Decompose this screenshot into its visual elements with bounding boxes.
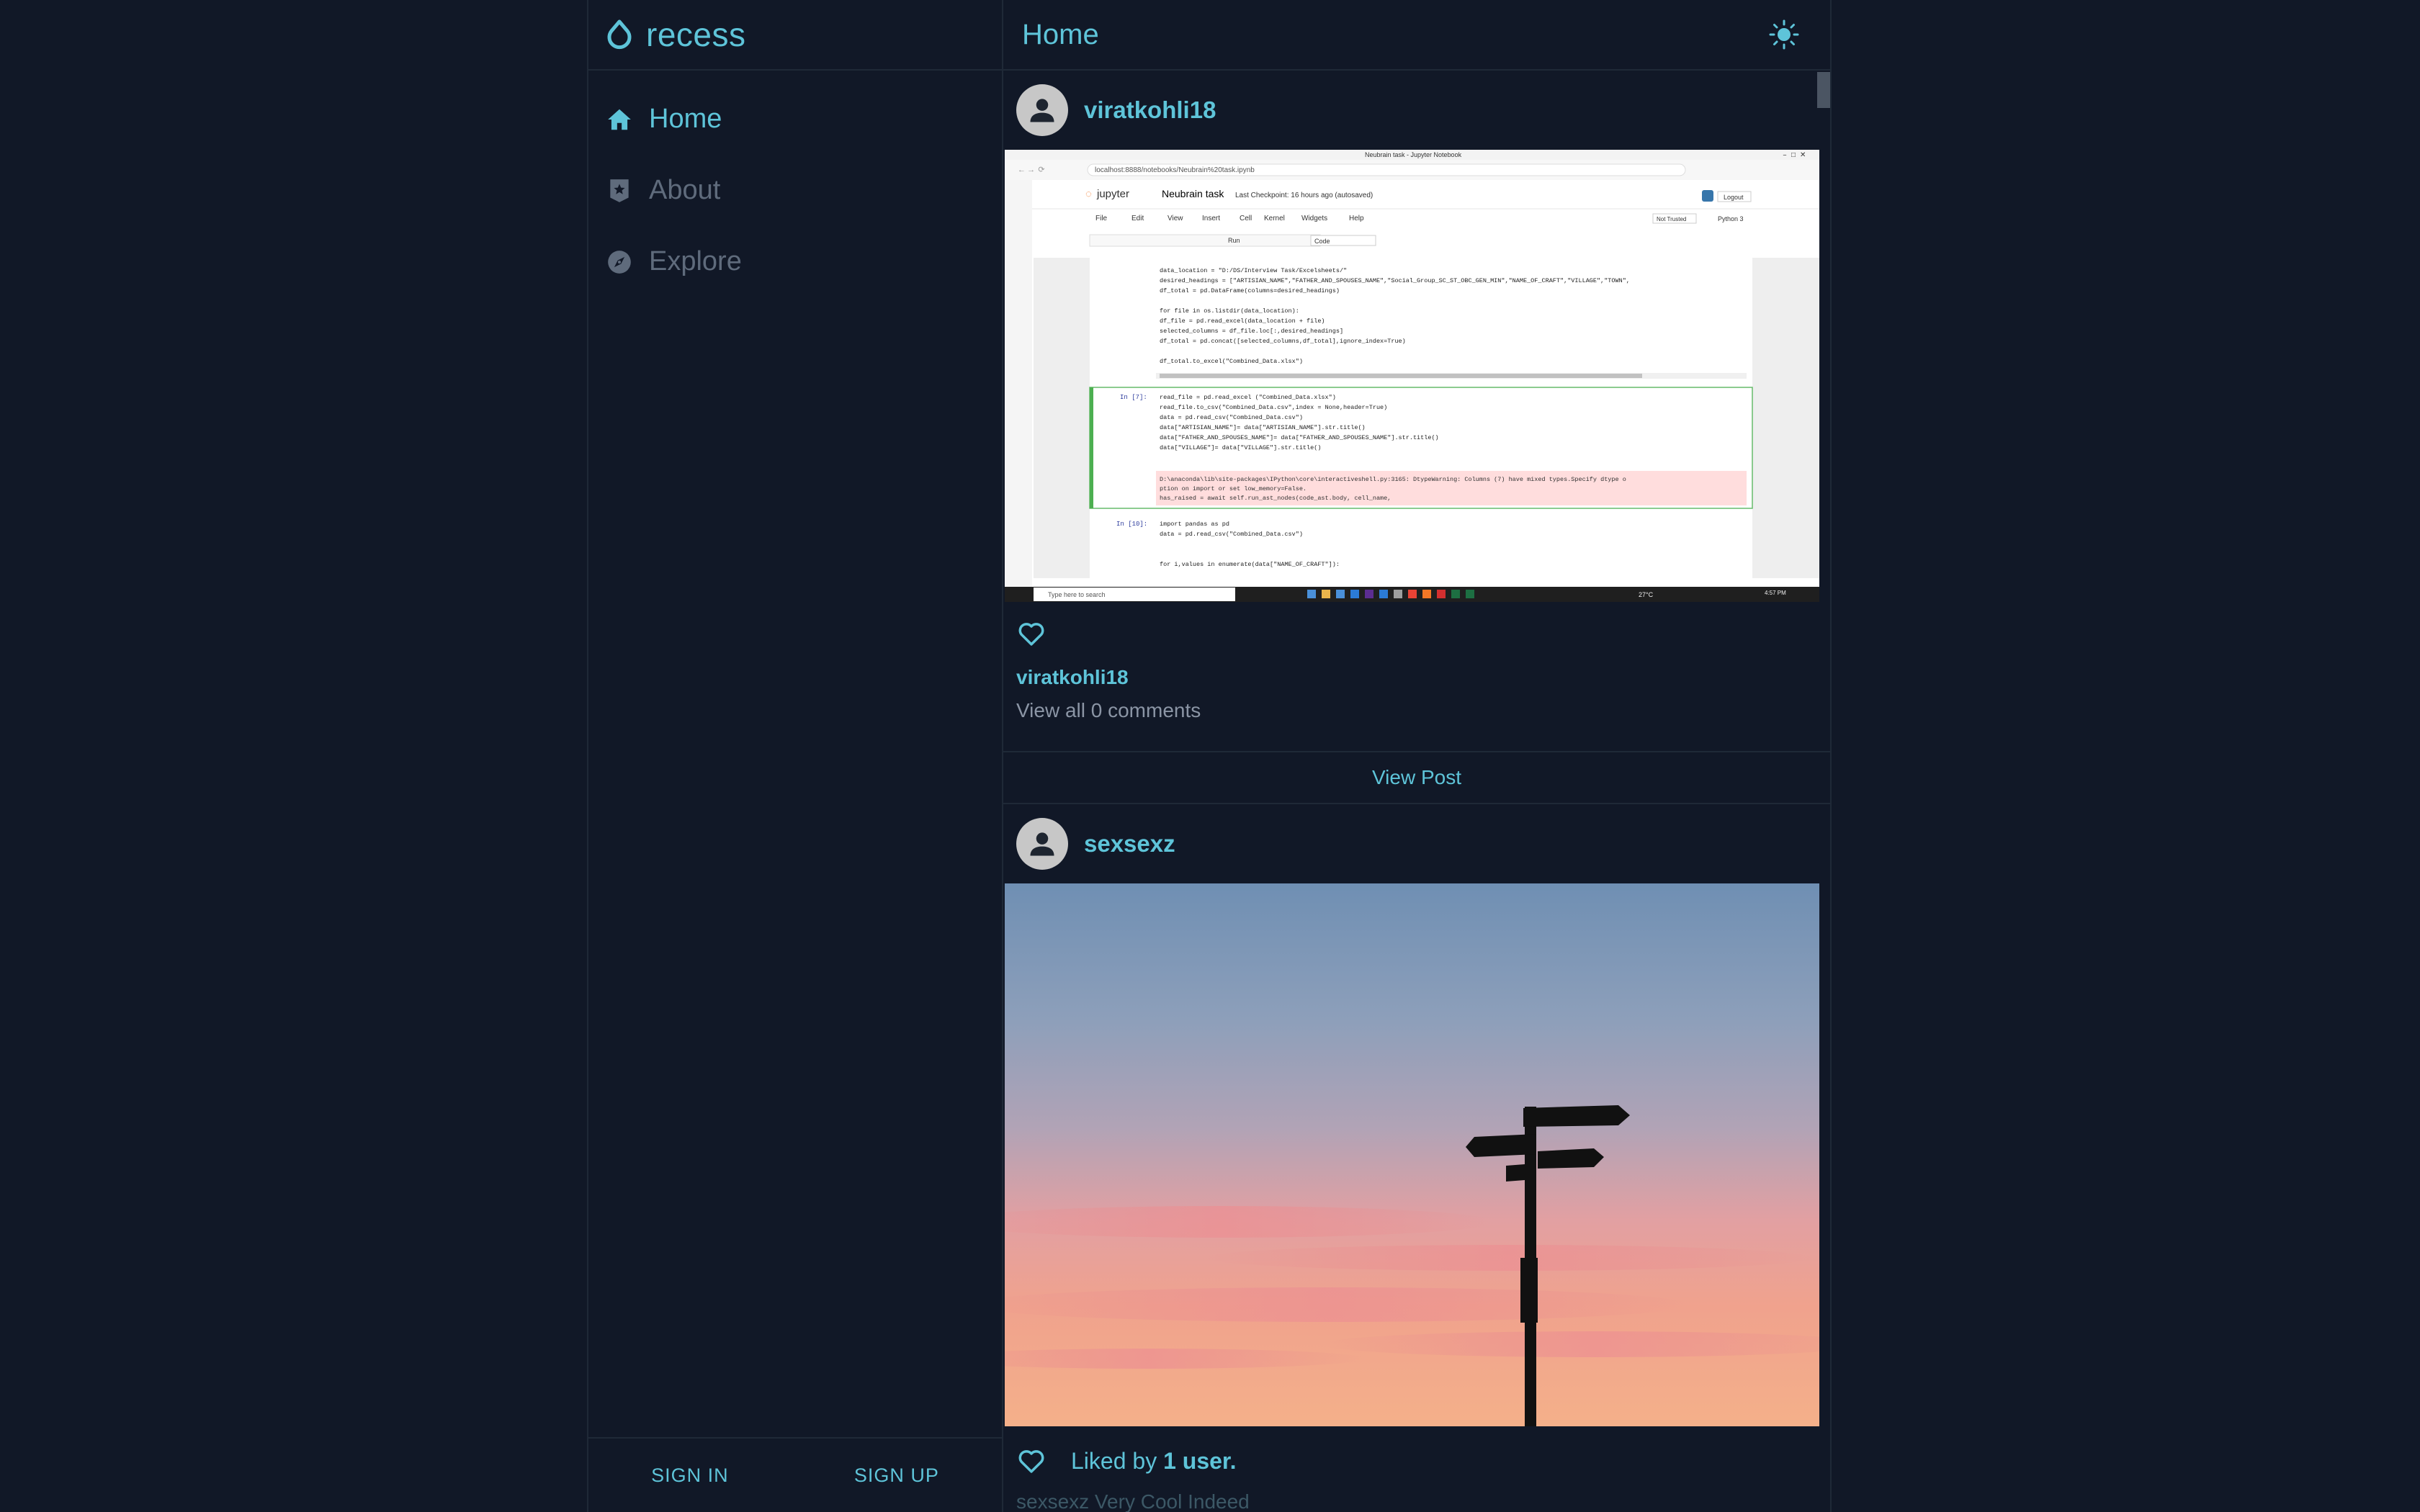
svg-text:– □ ✕: – □ ✕ <box>1783 152 1806 160</box>
kernel-name: Python 3 <box>1718 215 1744 222</box>
warning-line: ption on import or set low_memory=False. <box>1160 485 1307 492</box>
main-feed: Home viratkohli18 Neubrain task - Jupyte… <box>933 0 1869 1512</box>
post-actions <box>1003 618 1830 657</box>
avatar[interactable] <box>1016 818 1068 870</box>
sun-icon[interactable] <box>1768 19 1800 50</box>
sidebar-item-label: Explore <box>649 246 742 276</box>
likes-prefix: Liked by <box>1071 1447 1164 1474</box>
sign-up-button[interactable]: SIGN UP <box>854 1464 939 1487</box>
sign-in-button[interactable]: SIGN IN <box>651 1464 729 1487</box>
code-line: data = pd.read_csv("Combined_Data.csv") <box>1160 414 1303 421</box>
code-line: df_total.to_excel("Combined_Data.xlsx") <box>1160 358 1303 365</box>
menu-view: View <box>1168 215 1183 222</box>
topbar: Home <box>1003 0 1830 71</box>
taskbar-clock: 4:57 PM <box>1765 590 1786 596</box>
menu-edit: Edit <box>1131 215 1144 222</box>
view-comments-link[interactable]: View all 0 comments <box>1016 699 1830 722</box>
code-line: read_file.to_csv("Combined_Data.csv",ind… <box>1160 404 1387 411</box>
heart-icon[interactable] <box>1016 1446 1047 1476</box>
post-header: sexsexz <box>1003 804 1830 883</box>
cell-prompt: In [10]: <box>1116 521 1147 528</box>
menu-help: Help <box>1349 215 1364 222</box>
logout-button: Logout <box>1724 194 1744 201</box>
checkpoint-text: Last Checkpoint: 16 hours ago (autosaved… <box>1235 192 1373 199</box>
browser-url: localhost:8888/notebooks/Neubrain%20task… <box>1095 166 1255 174</box>
auth-bar: SIGN IN SIGN UP <box>588 1437 1002 1512</box>
taskbar-weather: 27°C <box>1639 591 1654 598</box>
post-image[interactable] <box>933 883 1869 1426</box>
compass-icon <box>608 250 631 274</box>
code-line: df_total = pd.concat([selected_columns,d… <box>1160 338 1406 345</box>
user-icon <box>1030 99 1054 122</box>
post-username[interactable]: sexsexz <box>1084 830 1175 858</box>
avatar[interactable] <box>1016 84 1068 136</box>
code-line: data["ARTISIAN_NAME"]= data["ARTISIAN_NA… <box>1160 424 1366 431</box>
caption-username[interactable]: viratkohli18 <box>1016 666 1830 689</box>
code-line: desired_headings = ["ARTISIAN_NAME","FAT… <box>1160 277 1630 284</box>
post-caption: sexsexz Very Cool Indeed <box>1016 1490 1250 1512</box>
likes-row: Liked by 1 user. <box>1003 1431 1830 1490</box>
svg-text:← → ⟳: ← → ⟳ <box>1019 166 1045 175</box>
menu-file: File <box>1095 215 1108 222</box>
run-button: Run <box>1228 237 1240 244</box>
code-line: for file in os.listdir(data_location): <box>1160 307 1299 315</box>
badge-icon <box>610 179 629 202</box>
sidebar-nav: Home About Explore <box>588 84 1002 297</box>
cell-prompt: In [7]: <box>1120 394 1147 401</box>
code-line: data["FATHER_AND_SPOUSES_NAME"]= data["F… <box>1160 434 1439 441</box>
code-line: selected_columns = df_file.loc[:,desired… <box>1160 328 1343 335</box>
notebook-title: Neubrain task <box>1162 188 1224 199</box>
browser-tab-title: Neubrain task - Jupyter Notebook <box>1365 151 1462 158</box>
code-line: read_file = pd.read_excel ("Combined_Dat… <box>1160 394 1336 401</box>
post-card: sexsexz Liked by 1 user. sexsexz Very Co… <box>933 804 1869 1512</box>
sidebar: recess Home About Explore SIGN IN SIGN U… <box>587 0 1003 1512</box>
likes-count[interactable]: 1 user. <box>1163 1448 1236 1474</box>
taskbar-search: Type here to search <box>1048 591 1106 598</box>
sidebar-item-home[interactable]: Home <box>588 84 1002 155</box>
post-image[interactable]: Neubrain task - Jupyter Notebook – □ ✕ l… <box>1005 150 1819 602</box>
trusted-badge: Not Trusted <box>1657 216 1686 222</box>
menu-kernel: Kernel <box>1264 215 1285 222</box>
view-post-bar: View Post <box>1003 751 1830 804</box>
warning-line: has_raised = await self.run_ast_nodes(co… <box>1160 495 1391 502</box>
page-title: Home <box>1022 18 1099 50</box>
brand-name: recess <box>646 16 746 53</box>
code-line: data["VILLAGE"]= data["VILLAGE"].str.tit… <box>1160 444 1321 451</box>
menu-cell: Cell <box>1240 215 1252 222</box>
code-line: data_location = "D:/DS/Interview Task/Ex… <box>1160 267 1347 274</box>
post-username[interactable]: viratkohli18 <box>1084 96 1216 124</box>
post-card: viratkohli18 Neubrain task - Jupyter Not… <box>1003 71 1830 804</box>
logo-icon <box>607 19 632 50</box>
jupyter-logo-text: jupyter <box>1096 188 1129 200</box>
code-line: for i,values in enumerate(data["NAME_OF_… <box>1160 561 1340 568</box>
post-header: viratkohli18 <box>1003 71 1830 150</box>
code-line: data = pd.read_csv("Combined_Data.csv") <box>1160 531 1303 538</box>
home-icon <box>608 109 631 130</box>
user-icon <box>1030 832 1054 856</box>
svg-text:◌: ◌ <box>1085 188 1092 200</box>
menu-insert: Insert <box>1202 215 1220 222</box>
likes-text: Liked by 1 user. <box>1071 1448 1236 1475</box>
code-line: df_total = pd.DataFrame(columns=desired_… <box>1160 287 1340 294</box>
brand[interactable]: recess <box>588 0 1002 71</box>
sidebar-item-label: About <box>649 175 721 205</box>
sidebar-item-explore[interactable]: Explore <box>588 226 1002 297</box>
cell-type-select: Code <box>1314 238 1330 245</box>
code-line: df_file = pd.read_excel(data_location + … <box>1160 318 1325 325</box>
view-post-button[interactable]: View Post <box>1372 766 1461 789</box>
heart-icon[interactable] <box>1016 618 1047 649</box>
scrollbar-thumb[interactable] <box>1817 72 1830 108</box>
menu-widgets: Widgets <box>1301 215 1327 222</box>
code-line: import pandas as pd <box>1160 521 1229 528</box>
sidebar-item-label: Home <box>649 104 722 134</box>
sidebar-item-about[interactable]: About <box>588 155 1002 226</box>
warning-line: D:\anaconda\lib\site-packages\IPython\co… <box>1160 476 1626 483</box>
